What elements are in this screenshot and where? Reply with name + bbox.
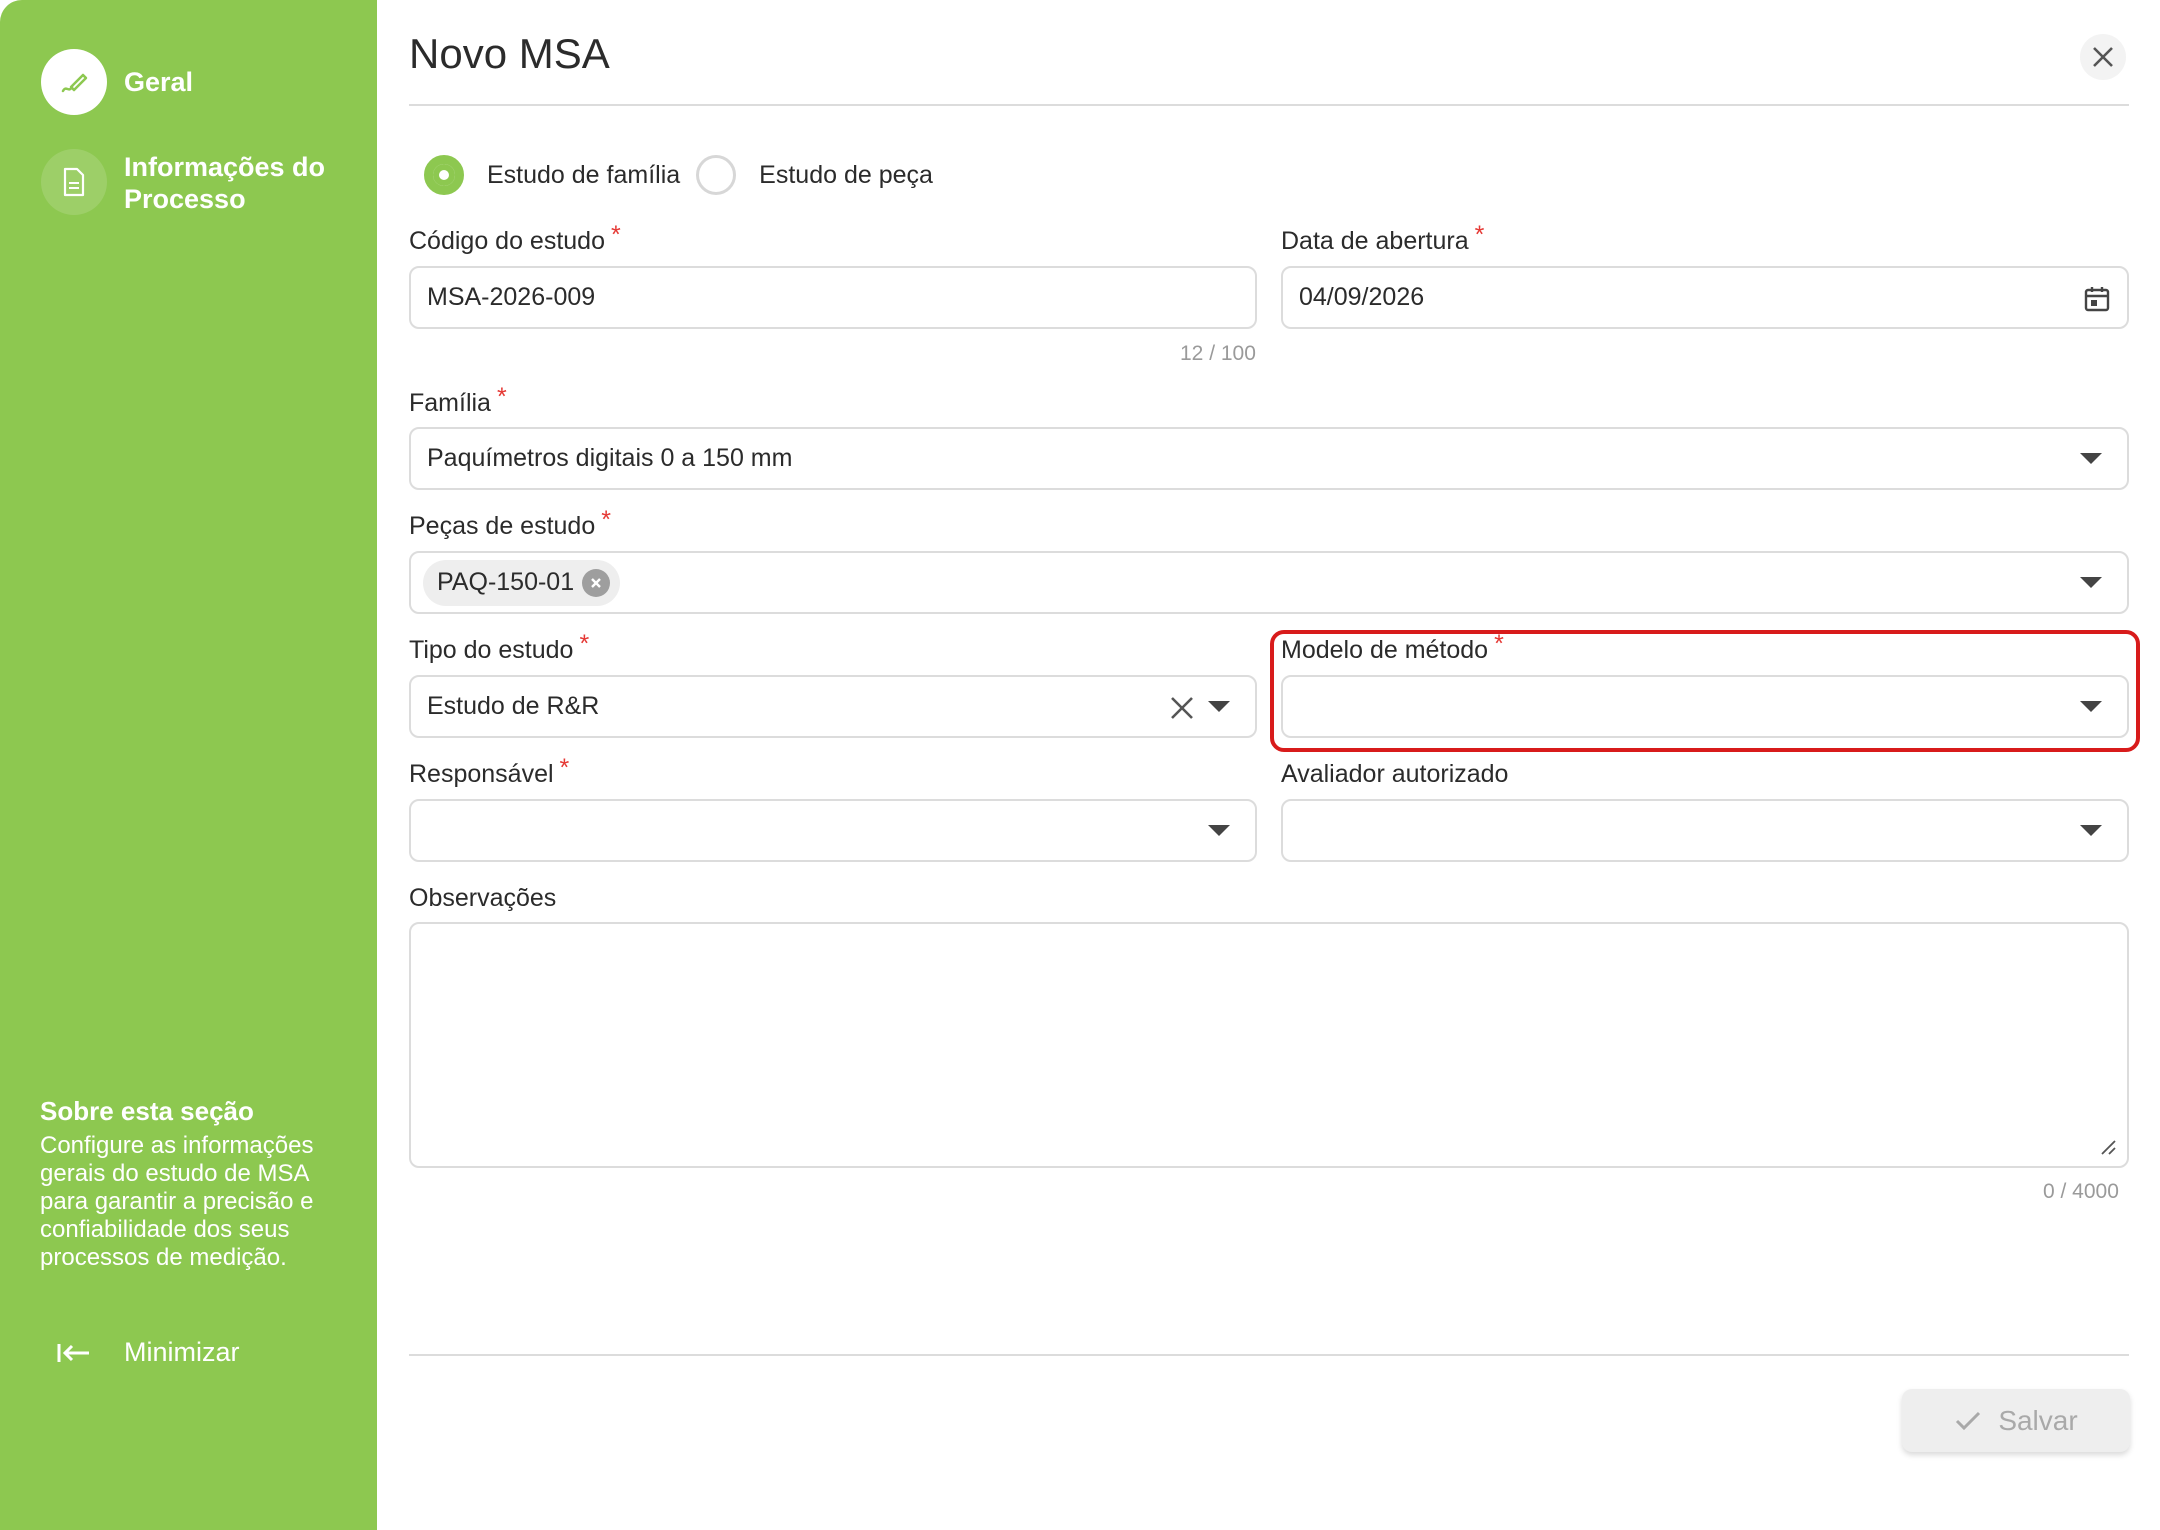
avaliador-label: Avaliador autorizado bbox=[1281, 760, 1509, 788]
edit-icon bbox=[41, 49, 107, 115]
chevron-down-icon bbox=[1208, 701, 1230, 712]
sidebar-item-geral[interactable]: Geral bbox=[41, 49, 193, 115]
radio-label: Estudo de família bbox=[487, 160, 681, 189]
save-button[interactable]: Salvar bbox=[1902, 1389, 2130, 1452]
tipo-select[interactable]: Estudo de R&R bbox=[409, 675, 1257, 738]
observacoes-textarea[interactable] bbox=[409, 922, 2129, 1168]
tipo-value: Estudo de R&R bbox=[427, 692, 600, 720]
observacoes-counter: 0 / 4000 bbox=[2043, 1180, 2119, 1203]
calendar-icon[interactable] bbox=[2083, 285, 2111, 313]
tipo-label: Tipo do estudo * bbox=[409, 630, 590, 664]
radio-label: Estudo de peça bbox=[759, 160, 933, 189]
radio-checked-icon bbox=[424, 155, 464, 195]
dialog-title: Novo MSA bbox=[409, 30, 610, 77]
resize-handle-icon[interactable] bbox=[2099, 1138, 2117, 1156]
about-text: Configure as informações gerais do estud… bbox=[40, 1132, 314, 1271]
familia-value: Paquímetros digitais 0 a 150 mm bbox=[427, 444, 793, 472]
familia-select[interactable]: Paquímetros digitais 0 a 150 mm bbox=[409, 427, 2129, 490]
save-label: Salvar bbox=[1998, 1404, 2078, 1436]
chevron-down-icon bbox=[2080, 453, 2102, 464]
data-value: 04/09/2026 bbox=[1299, 283, 1425, 311]
clear-icon[interactable] bbox=[1169, 695, 1195, 721]
chevron-down-icon bbox=[2080, 577, 2102, 588]
close-icon bbox=[2093, 47, 2113, 67]
collapse-left-icon bbox=[57, 1343, 89, 1362]
data-input[interactable]: 04/09/2026 bbox=[1281, 266, 2129, 329]
chevron-down-icon bbox=[1208, 825, 1230, 836]
codigo-input[interactable]: MSA-2026-009 bbox=[409, 266, 1257, 329]
divider bbox=[409, 104, 2129, 106]
responsavel-select[interactable] bbox=[409, 799, 1257, 862]
modelo-label: Modelo de método * bbox=[1281, 630, 1504, 664]
divider bbox=[409, 1354, 2129, 1356]
pecas-select[interactable]: PAQ-150-01 bbox=[409, 551, 2129, 614]
chip-remove-icon[interactable] bbox=[582, 568, 611, 597]
radio-estudo-familia[interactable]: Estudo de família bbox=[424, 155, 680, 195]
codigo-value: MSA-2026-009 bbox=[427, 283, 596, 311]
chip-label: PAQ-150-01 bbox=[437, 568, 575, 596]
document-icon bbox=[41, 149, 107, 215]
check-icon bbox=[1956, 1411, 1981, 1430]
study-type-radio-group: Estudo de família Estudo de peça bbox=[424, 155, 933, 195]
minimize-label: Minimizar bbox=[124, 1337, 240, 1367]
chip-paq-150-01: PAQ-150-01 bbox=[423, 559, 621, 606]
about-title: Sobre esta seção bbox=[40, 1096, 254, 1126]
chevron-down-icon bbox=[2080, 825, 2102, 836]
minimize-button[interactable]: Minimizar bbox=[56, 1337, 240, 1368]
sidebar-item-label: Geral bbox=[124, 67, 194, 97]
observacoes-label: Observações bbox=[409, 884, 557, 912]
radio-unchecked-icon bbox=[696, 155, 737, 195]
responsavel-label: Responsável * bbox=[409, 754, 570, 788]
close-button[interactable] bbox=[2080, 34, 2126, 80]
codigo-counter: 12 / 100 bbox=[1180, 342, 1256, 365]
sidebar: Geral Informações do Processo Sobre esta… bbox=[0, 0, 377, 1530]
chevron-down-icon bbox=[2080, 701, 2102, 712]
sidebar-item-label: Informações do Processo bbox=[124, 152, 326, 214]
radio-estudo-peca[interactable]: Estudo de peça bbox=[696, 155, 933, 195]
modelo-select[interactable] bbox=[1281, 675, 2129, 738]
data-label: Data de abertura * bbox=[1281, 221, 1485, 255]
sidebar-item-informacoes[interactable]: Informações do Processo bbox=[41, 149, 334, 215]
familia-label: Família * bbox=[409, 383, 507, 417]
avaliador-select[interactable] bbox=[1281, 799, 2129, 862]
pecas-label: Peças de estudo * bbox=[409, 506, 611, 540]
codigo-label: Código do estudo * bbox=[409, 221, 621, 255]
